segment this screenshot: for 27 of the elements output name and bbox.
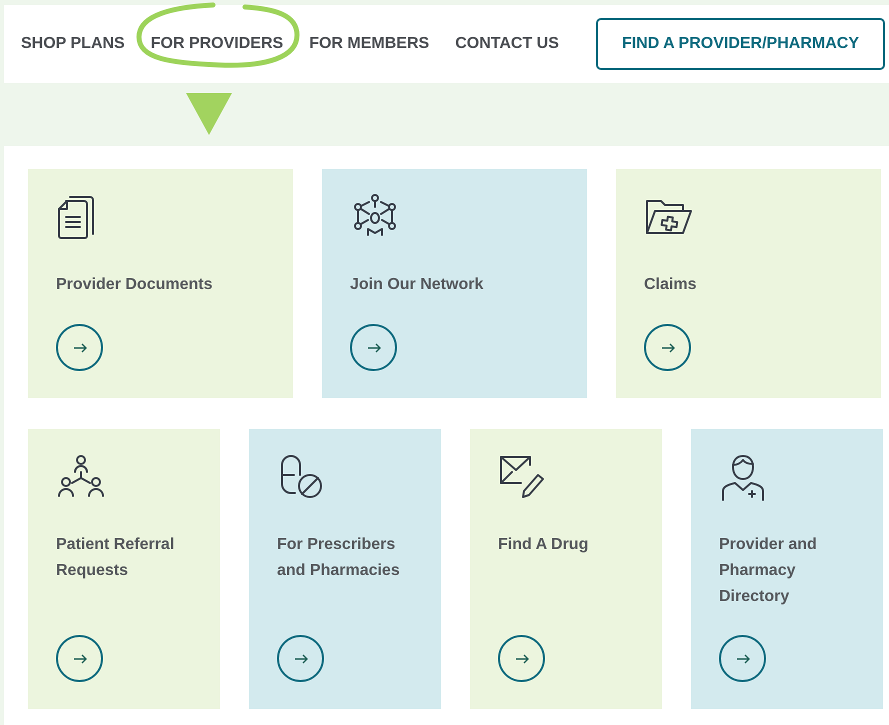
card-title: Provider Documents bbox=[56, 275, 214, 295]
card-title: Claims bbox=[644, 275, 698, 295]
nav-link[interactable]: FOR PROVIDERS bbox=[150, 35, 284, 52]
arrow-right-icon bbox=[72, 342, 86, 352]
arrow-button[interactable] bbox=[56, 635, 103, 682]
nav-link[interactable]: FOR MEMBERS bbox=[309, 35, 430, 52]
find-provider-button[interactable]: FIND A PROVIDER/PHARMACY bbox=[596, 18, 885, 70]
arrow-button[interactable] bbox=[644, 324, 691, 371]
card-title: For Prescribers and Pharmacies bbox=[277, 535, 401, 581]
arrow-button[interactable] bbox=[277, 635, 324, 682]
card-title: Provider and Pharmacy Directory bbox=[719, 535, 818, 607]
nav-link[interactable]: CONTACT US bbox=[455, 35, 559, 52]
card-title: Patient Referral Requests bbox=[56, 535, 176, 581]
arrow-button[interactable] bbox=[498, 635, 545, 682]
card-title: Join Our Network bbox=[350, 275, 484, 295]
nav-link[interactable]: SHOP PLANS bbox=[21, 35, 125, 52]
arrow-right-icon bbox=[514, 654, 528, 664]
arrow-right-icon bbox=[72, 654, 86, 664]
card-title: Find A Drug bbox=[498, 535, 590, 555]
arrow-button[interactable] bbox=[350, 324, 397, 371]
arrow-right-icon bbox=[294, 654, 308, 664]
pointer-triangle-icon bbox=[186, 93, 232, 135]
arrow-right-icon bbox=[366, 342, 380, 352]
arrow-right-icon bbox=[736, 654, 750, 664]
arrow-right-icon bbox=[660, 342, 674, 352]
arrow-button[interactable] bbox=[56, 324, 103, 371]
arrow-button[interactable] bbox=[719, 635, 766, 682]
